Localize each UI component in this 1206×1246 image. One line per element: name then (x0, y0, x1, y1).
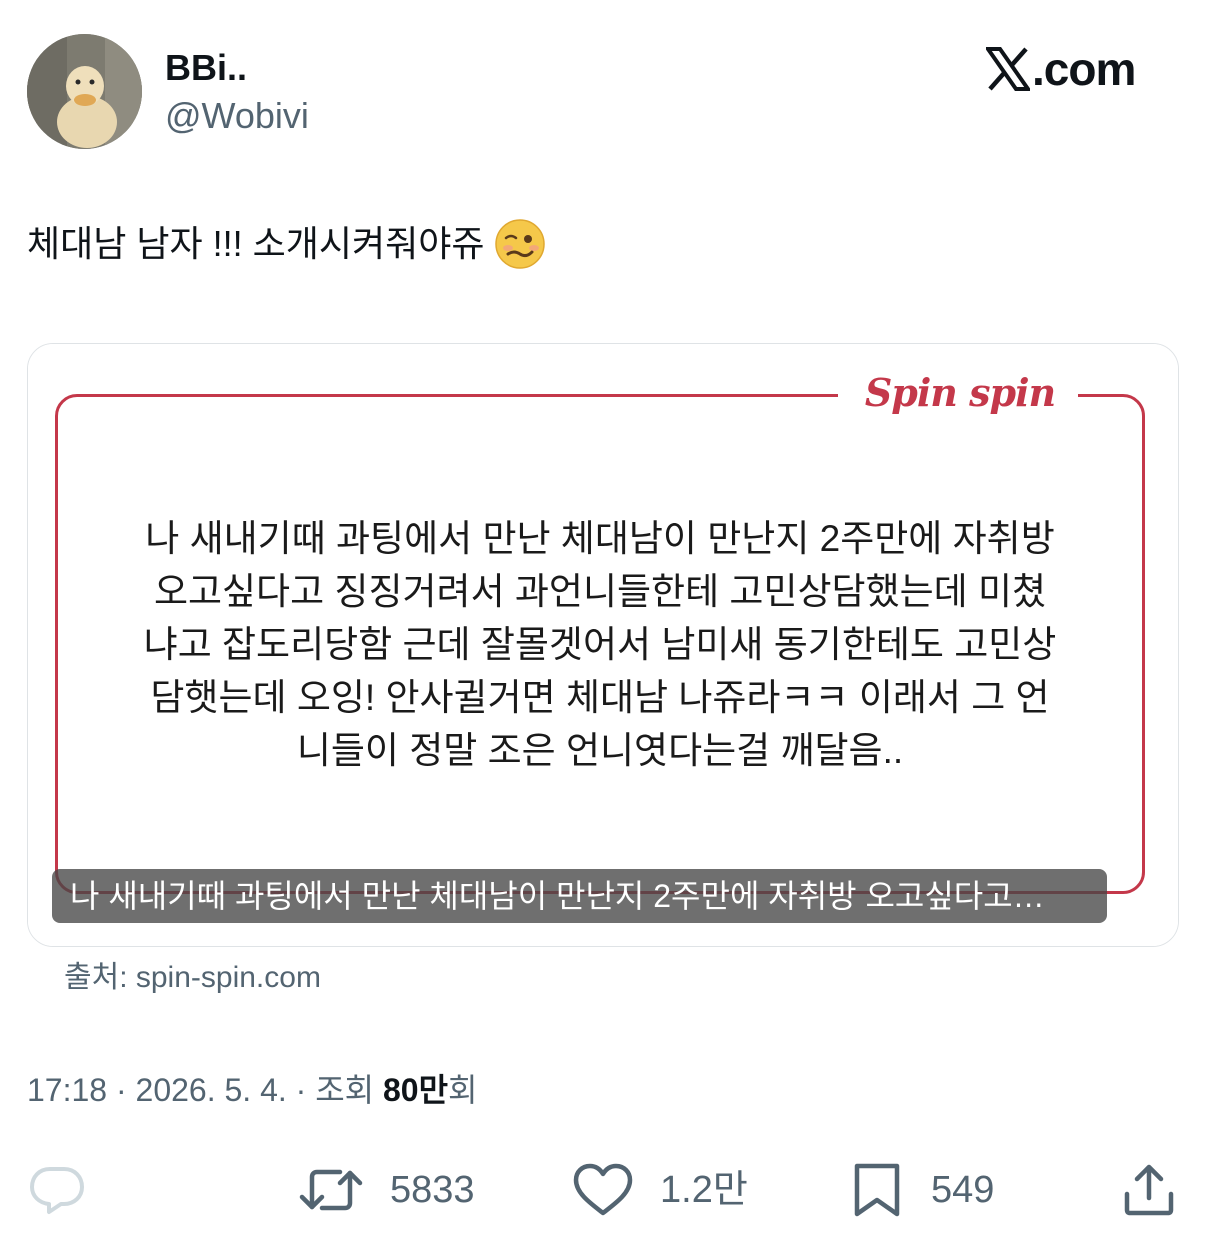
x-com-logo: .com (986, 43, 1136, 95)
bookmark-icon (854, 1163, 900, 1217)
share-icon (1124, 1164, 1174, 1216)
like-button[interactable]: 1.2만 (572, 1160, 748, 1220)
reply-icon (30, 1167, 84, 1214)
link-card[interactable]: Spin spin 나 새내기때 과팅에서 만난 체대남이 만난지 2주만에 자… (27, 343, 1179, 947)
heart-icon (573, 1163, 633, 1216)
retweet-button[interactable]: 5833 (298, 1160, 475, 1220)
user-handle[interactable]: @Wobivi (165, 94, 309, 138)
display-name[interactable]: BBi.. (165, 46, 247, 90)
story-line: 니들이 정말 조은 언니엿다는걸 깨달음.. (296, 730, 904, 771)
meta-separator: · (286, 1072, 316, 1108)
tweet-date[interactable]: 2026. 5. 4. (136, 1072, 287, 1108)
story-line: 오고싶다고 징징거려서 과언니들한테 고민상담했는데 미쳤 (153, 571, 1047, 612)
meta-separator: · (107, 1072, 136, 1108)
tweet-text-content: 체대남 남자 !!! 소개시켜줘야쥬 (27, 223, 485, 264)
story-line: 냐고 잡도리당함 근데 잘몰겟어서 남미새 동기한테도 고민상 (143, 624, 1057, 665)
reply-button[interactable] (28, 1160, 86, 1220)
story-line: 담햇는데 오잉! 안사귈거면 체대남 나쥬라ㅋㅋ 이래서 그 언 (150, 677, 1050, 718)
retweet-icon (299, 1169, 363, 1211)
x-logo-icon (986, 47, 1030, 91)
tweet-meta: 17:18 · 2026. 5. 4. · 조회 80만회 (27, 1068, 477, 1112)
bookmark-count: 549 (931, 1169, 995, 1211)
views-suffix: 회 (448, 1072, 478, 1108)
card-image: Spin spin 나 새내기때 과팅에서 만난 체대남이 만난지 2주만에 자… (28, 344, 1178, 946)
share-button[interactable] (1122, 1160, 1176, 1220)
woozy-face-emoji-icon (495, 219, 546, 269)
avatar[interactable] (27, 34, 142, 149)
tweet-time[interactable]: 17:18 (27, 1072, 107, 1108)
retweet-count: 5833 (390, 1169, 475, 1211)
card-source[interactable]: 출처: spin-spin.com (64, 958, 321, 998)
like-count: 1.2만 (660, 1169, 748, 1211)
spinspin-brand: Spin spin (864, 370, 1056, 415)
views-count: 80만 (382, 1072, 449, 1108)
story-line: 나 새내기때 과팅에서 만난 체대남이 만난지 2주만에 자취방 (145, 518, 1055, 559)
site-domain: .com (1032, 43, 1136, 95)
card-caption: 나 새내기때 과팅에서 만난 체대남이 만난지 2주만에 자취방 오고싶다고… (52, 869, 1107, 923)
story-text: 나 새내기때 과팅에서 만난 체대남이 만난지 2주만에 자취방 오고싶다고 징… (88, 512, 1112, 777)
views-label: 조회 (315, 1072, 383, 1108)
bookmark-button[interactable]: 549 (849, 1160, 994, 1220)
duck-avatar-icon (27, 34, 142, 149)
tweet-text: 체대남 남자 !!! 소개시켜줘야쥬 (27, 218, 546, 270)
